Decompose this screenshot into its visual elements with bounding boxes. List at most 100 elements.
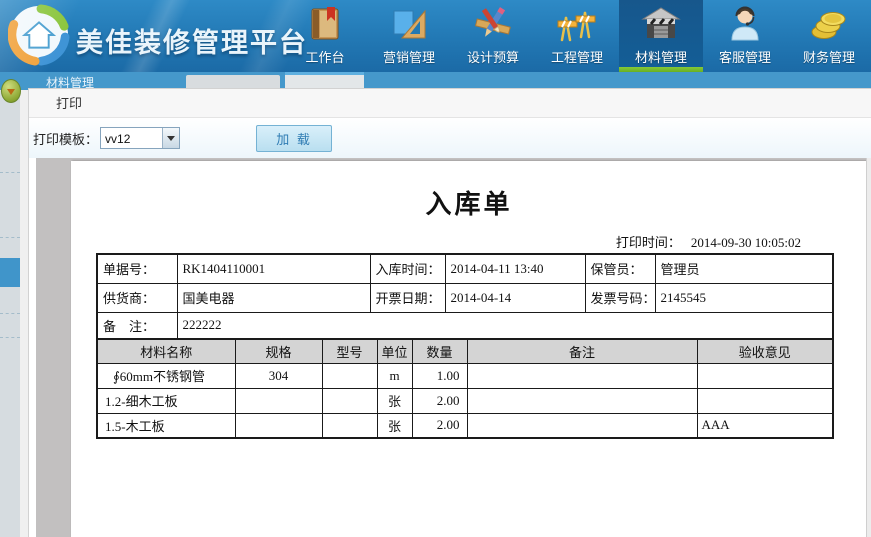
app-window: 美佳装修管理平台 工作台 (0, 0, 871, 537)
in-time-label: 入库时间： (370, 254, 445, 283)
print-preview-area: 入库单 打印时间： 2014-09-30 10:05:02 单据号： RK1404… (36, 158, 871, 537)
cell-remark (467, 413, 697, 438)
col-header-qty: 数量 (412, 339, 467, 363)
sidebar-divider (0, 237, 20, 238)
table-row: 1.2-细木工板 张 2.00 (97, 388, 833, 413)
book-icon (305, 1, 345, 47)
print-time: 打印时间： 2014-09-30 10:05:02 (616, 232, 801, 251)
construction-icon (557, 1, 597, 47)
nav-label: 客服管理 (719, 47, 771, 66)
support-agent-icon (725, 1, 765, 47)
cell-unit: 张 (377, 388, 412, 413)
top-banner: 美佳装修管理平台 工作台 (0, 0, 871, 72)
cell-material: 1.5-木工板 (97, 413, 235, 438)
materials-table: 材料名称 规格 型号 单位 数量 备注 验收意见 ∮60mm不锈钢管 304 (96, 338, 834, 439)
cell-inspection: AAA (697, 413, 833, 438)
cell-material: ∮60mm不锈钢管 (97, 363, 235, 388)
invoice-date-value: 2014-04-14 (445, 283, 585, 312)
col-header-material: 材料名称 (97, 339, 235, 363)
cell-qty: 2.00 (412, 388, 467, 413)
cell-model (322, 363, 377, 388)
sidebar-selected-item[interactable] (0, 258, 20, 287)
remark-label: 备 注： (97, 312, 177, 339)
sidebar-divider (0, 313, 20, 314)
nav-item-finance[interactable]: 财务管理 (787, 0, 871, 72)
table-row: 单据号： RK1404110001 入库时间： 2014-04-11 13:40… (97, 254, 833, 283)
load-button[interactable]: 加 载 (256, 125, 332, 152)
chevron-down-icon (7, 89, 15, 95)
print-time-value: 2014-09-30 10:05:02 (691, 235, 801, 250)
table-row: 供货商： 国美电器 开票日期： 2014-04-14 发票号码： 2145545 (97, 283, 833, 312)
nav-label: 材料管理 (635, 47, 687, 66)
ruler-icon (389, 1, 429, 47)
supplier-value: 国美电器 (177, 283, 370, 312)
chevron-down-icon (162, 128, 179, 148)
nav-label: 营销管理 (383, 47, 435, 66)
table-header-row: 材料名称 规格 型号 单位 数量 备注 验收意见 (97, 339, 833, 363)
in-time-value: 2014-04-11 13:40 (445, 254, 585, 283)
cell-material: 1.2-细木工板 (97, 388, 235, 413)
document-page: 入库单 打印时间： 2014-09-30 10:05:02 单据号： RK1404… (71, 161, 867, 537)
order-no-value: RK1404110001 (177, 254, 370, 283)
col-header-inspection: 验收意见 (697, 339, 833, 363)
cell-spec (235, 413, 322, 438)
nav-label: 工程管理 (551, 47, 603, 66)
cell-qty: 2.00 (412, 413, 467, 438)
table-row: ∮60mm不锈钢管 304 m 1.00 (97, 363, 833, 388)
keeper-value: 管理员 (655, 254, 833, 283)
app-title: 美佳装修管理平台 (76, 21, 308, 60)
sidebar-divider (0, 172, 20, 173)
nav-label: 工作台 (305, 47, 344, 66)
keeper-label: 保管员： (585, 254, 655, 283)
panel-title: 打印 (29, 89, 871, 118)
table-row: 备 注： 222222 (97, 312, 833, 339)
col-header-remark: 备注 (467, 339, 697, 363)
template-select[interactable]: vv12 (100, 127, 180, 149)
invoice-date-label: 开票日期： (370, 283, 445, 312)
app-logo-icon (8, 4, 70, 71)
cell-remark (467, 388, 697, 413)
cell-model (322, 413, 377, 438)
nav-item-workbench[interactable]: 工作台 (283, 0, 367, 72)
invoice-no-value: 2145545 (655, 283, 833, 312)
cell-qty: 1.00 (412, 363, 467, 388)
table-row: 1.5-木工板 张 2.00 AAA (97, 413, 833, 438)
warehouse-icon (641, 1, 681, 47)
cell-inspection (697, 388, 833, 413)
template-select-value: vv12 (101, 128, 162, 148)
cell-remark (467, 363, 697, 388)
template-label: 打印模板： (33, 129, 98, 148)
supplier-label: 供货商： (97, 283, 177, 312)
document-tables: 单据号： RK1404110001 入库时间： 2014-04-11 13:40… (96, 253, 832, 439)
col-header-spec: 规格 (235, 339, 322, 363)
invoice-no-label: 发票号码： (585, 283, 655, 312)
col-header-unit: 单位 (377, 339, 412, 363)
nav-label: 设计预算 (467, 47, 519, 66)
collapsed-sidebar (0, 90, 20, 537)
sidebar-collapse-toggle-button[interactable] (1, 79, 21, 103)
nav-item-design-budget[interactable]: 设计预算 (451, 0, 535, 72)
nav-item-engineering[interactable]: 工程管理 (535, 0, 619, 72)
print-time-label: 打印时间： (616, 235, 681, 250)
nav-item-customer-service[interactable]: 客服管理 (703, 0, 787, 72)
cell-unit: m (377, 363, 412, 388)
main-nav: 工作台 营销管理 (283, 0, 871, 72)
coins-icon (809, 1, 849, 47)
cell-model (322, 388, 377, 413)
nav-label: 财务管理 (803, 47, 855, 66)
nav-item-marketing[interactable]: 营销管理 (367, 0, 451, 72)
order-no-label: 单据号： (97, 254, 177, 283)
cell-spec: 304 (235, 363, 322, 388)
nav-item-materials[interactable]: 材料管理 (619, 0, 703, 72)
remark-value: 222222 (177, 312, 833, 339)
cell-unit: 张 (377, 413, 412, 438)
vertical-scrollbar[interactable] (866, 158, 871, 537)
document-title: 入库单 (71, 161, 867, 221)
design-tools-icon (473, 1, 513, 47)
cell-inspection (697, 363, 833, 388)
print-panel: 打印 打印模板： vv12 加 载 入库单 打印时间： 2014-09-30 10… (28, 88, 871, 537)
print-controls: 打印模板： vv12 加 载 (29, 118, 871, 158)
sidebar-divider (0, 337, 20, 338)
col-header-model: 型号 (322, 339, 377, 363)
cell-spec (235, 388, 322, 413)
